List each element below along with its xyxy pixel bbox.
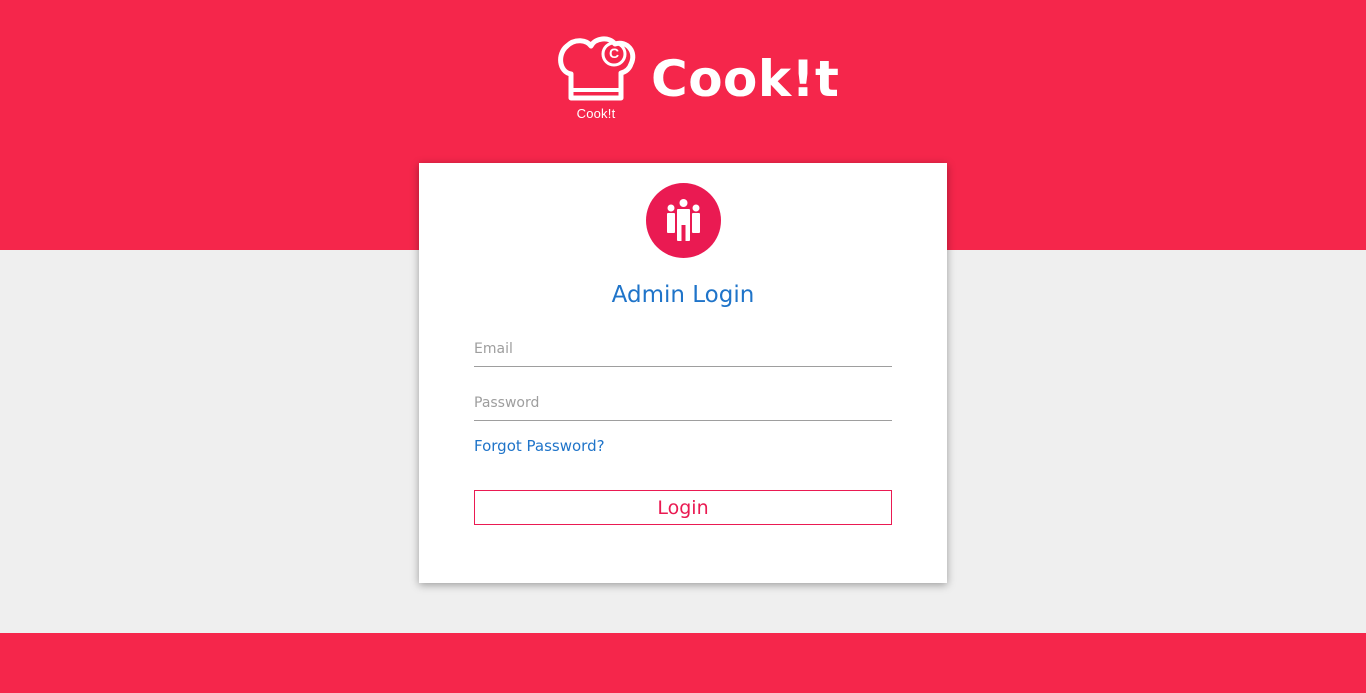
page-title: Admin Login <box>611 282 755 308</box>
logo-badge-letter: C <box>608 45 620 61</box>
brand-header: C Cook!t Cook!t <box>555 30 839 125</box>
login-button[interactable]: Login <box>474 490 892 525</box>
logo-caption: Cook!t <box>576 106 616 121</box>
forgot-password-link[interactable]: Forgot Password? <box>474 437 605 455</box>
brand-name: Cook!t <box>651 50 840 108</box>
password-field[interactable] <box>474 385 892 421</box>
footer-band <box>0 633 1366 693</box>
email-field[interactable] <box>474 331 892 367</box>
login-card: Admin Login Forgot Password? Login <box>419 163 947 583</box>
users-group-icon <box>646 183 721 258</box>
